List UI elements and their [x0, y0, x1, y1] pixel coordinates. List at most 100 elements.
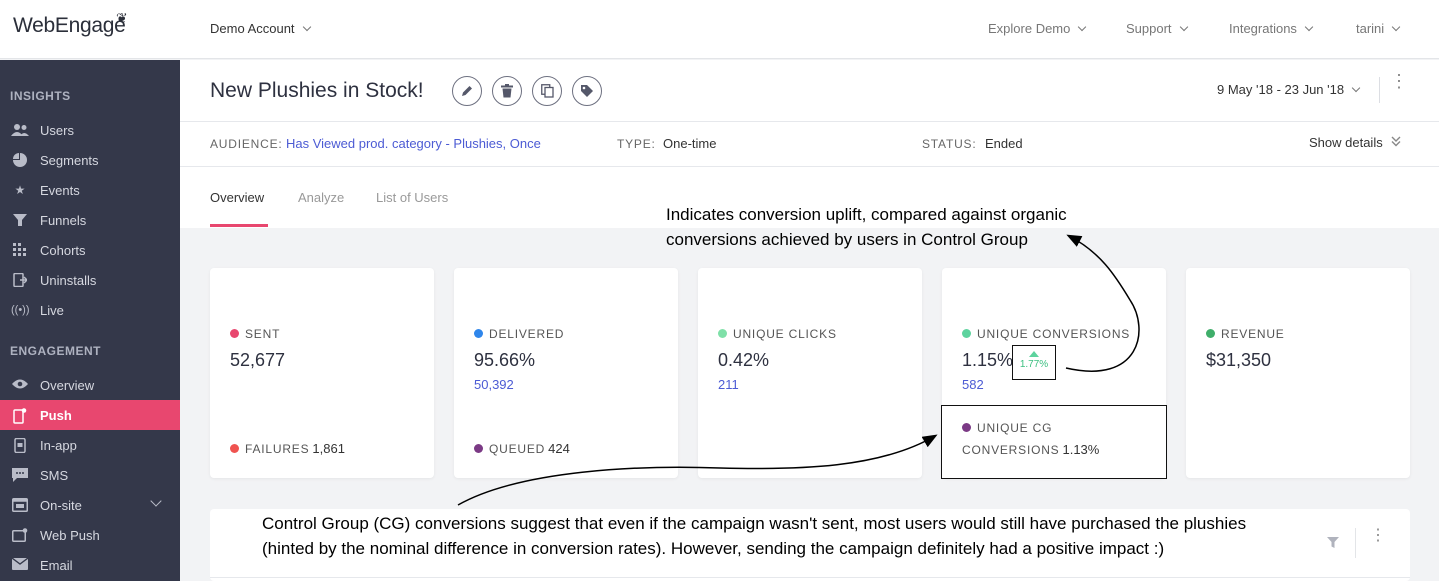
- audience-link[interactable]: Has Viewed prod. category - Plushies, On…: [286, 136, 541, 151]
- sidebar-item-sms[interactable]: SMS: [0, 460, 180, 490]
- trash-icon: [501, 84, 513, 98]
- sidebar-item-label: In-app: [40, 438, 77, 453]
- sent-card: SENT 52,677 FAILURES 1,861: [210, 268, 434, 478]
- filter-icon[interactable]: [1327, 537, 1339, 548]
- sidebar-item-label: Events: [40, 183, 80, 198]
- grid-icon: [11, 243, 29, 257]
- sidebar-item-onsite[interactable]: On-site: [0, 490, 180, 520]
- inapp-icon: [11, 437, 29, 454]
- delivered-label: DELIVERED: [474, 327, 564, 341]
- sidebar-item-funnels[interactable]: Funnels: [0, 205, 180, 235]
- uplift-value: 1.77%: [1019, 359, 1049, 370]
- clicks-label-text: UNIQUE CLICKS: [733, 327, 837, 341]
- pie-icon: [11, 153, 29, 167]
- clicks-value: 0.42%: [718, 350, 770, 370]
- copy-button[interactable]: [532, 76, 562, 106]
- sidebar-section-insights: INSIGHTS: [10, 89, 71, 103]
- tab-overview[interactable]: Overview: [210, 190, 264, 205]
- divider: [1355, 528, 1356, 558]
- explore-demo-menu[interactable]: Explore Demo: [988, 21, 1087, 36]
- queued-stat: QUEUED 424: [474, 441, 570, 456]
- date-range-label: 9 May '18 - 23 Jun '18: [1217, 82, 1345, 97]
- logo-bird-icon: ❦: [116, 10, 128, 26]
- clicks-label: UNIQUE CLICKS: [718, 327, 837, 341]
- support-menu[interactable]: Support: [1126, 21, 1188, 36]
- sidebar-item-uninstalls[interactable]: Uninstalls: [0, 265, 180, 295]
- divider: [210, 577, 1410, 578]
- arrow-up-icon: [1029, 351, 1039, 357]
- email-icon: [11, 557, 29, 572]
- sidebar-item-webpush[interactable]: Web Push: [0, 520, 180, 550]
- annotation-line: Control Group (CG) conversions suggest t…: [262, 514, 1247, 533]
- delivered-card: DELIVERED 95.66% 50,392 QUEUED 424: [454, 268, 678, 478]
- status-dot: [1206, 329, 1215, 338]
- clicks-count[interactable]: 211: [718, 377, 739, 392]
- integrations-menu[interactable]: Integrations: [1229, 21, 1314, 36]
- chevron-down-icon: [302, 22, 311, 32]
- status-key: STATUS:: [922, 137, 977, 151]
- integrations-label: Integrations: [1229, 21, 1297, 36]
- delete-button[interactable]: [492, 76, 522, 106]
- sidebar-item-email[interactable]: Email: [0, 550, 180, 580]
- status-dot: [718, 329, 727, 338]
- user-menu[interactable]: tarini: [1356, 21, 1401, 36]
- sidebar-item-events[interactable]: ★ Events: [0, 175, 180, 205]
- webengage-logo[interactable]: WebEngage ❦: [13, 10, 128, 38]
- failures-value: 1,861: [312, 441, 345, 456]
- active-tab-indicator: [210, 224, 268, 227]
- webpush-icon: [11, 528, 29, 542]
- date-range-picker[interactable]: 9 May '18 - 23 Jun '18: [1217, 82, 1361, 97]
- status-dot: [474, 444, 483, 453]
- sent-value: 52,677: [230, 350, 286, 370]
- sidebar-item-push[interactable]: Push: [0, 400, 180, 430]
- conversions-value: 1.15%: [962, 350, 1014, 370]
- delivered-count[interactable]: 50,392: [474, 377, 514, 392]
- sidebar-item-label: Cohorts: [40, 243, 86, 258]
- more-options-icon[interactable]: ⋮: [1370, 528, 1386, 544]
- show-details-toggle[interactable]: Show details: [1309, 135, 1401, 150]
- sidebar-item-label: Overview: [40, 378, 95, 393]
- sidebar-item-label: Uninstalls: [40, 273, 97, 288]
- eye-icon: [11, 378, 29, 392]
- annotation-cg: Control Group (CG) conversions suggest t…: [262, 511, 1246, 561]
- sidebar-item-cohorts[interactable]: Cohorts: [0, 235, 180, 265]
- sidebar-item-users[interactable]: Users: [0, 115, 180, 145]
- status-dot: [962, 423, 971, 432]
- sidebar-item-label: Segments: [40, 153, 99, 168]
- tab-list-of-users[interactable]: List of Users: [376, 190, 448, 205]
- conversions-label: UNIQUE CONVERSIONS: [962, 327, 1130, 341]
- cg-stat: CONVERSIONS 1.13%: [962, 442, 1099, 457]
- tag-button[interactable]: [572, 76, 602, 106]
- divider: [1379, 77, 1380, 103]
- delivered-value: 95.66%: [474, 350, 536, 370]
- status-dot: [230, 329, 239, 338]
- sms-icon: [11, 468, 29, 482]
- sidebar-item-live[interactable]: ((•)) Live: [0, 295, 180, 325]
- queued-value: 424: [548, 441, 570, 456]
- conversions-count[interactable]: 582: [962, 377, 984, 392]
- conversion-uplift-badge: 1.77%: [1012, 345, 1056, 380]
- chevron-down-icon: [1179, 22, 1188, 32]
- revenue-label: REVENUE: [1206, 327, 1285, 341]
- delivered-label-text: DELIVERED: [489, 327, 565, 341]
- more-options-icon[interactable]: ⋮: [1390, 72, 1408, 90]
- sidebar-item-segments[interactable]: Segments: [0, 145, 180, 175]
- show-details-label: Show details: [1309, 135, 1383, 150]
- sidebar-item-inapp[interactable]: In-app: [0, 430, 180, 460]
- account-switcher[interactable]: Demo Account: [210, 21, 311, 36]
- double-chevron-down-icon: [1391, 136, 1401, 147]
- annotation-uplift: Indicates conversion uplift, compared ag…: [666, 202, 1067, 252]
- cg-label-text: UNIQUE CG: [977, 421, 1053, 435]
- divider: [180, 166, 1439, 167]
- sidebar-item-overview[interactable]: Overview: [0, 370, 180, 400]
- sent-label: SENT: [230, 327, 280, 341]
- page-title: New Plushies in Stock!: [210, 79, 424, 102]
- sidebar-item-label: Users: [40, 123, 74, 138]
- status-dot: [474, 329, 483, 338]
- chevron-down-icon[interactable]: [150, 495, 162, 507]
- tab-analyze[interactable]: Analyze: [298, 190, 344, 205]
- user-name: tarini: [1356, 21, 1385, 36]
- cg-label-text-2: CONVERSIONS: [962, 443, 1060, 457]
- type-key: TYPE:: [617, 137, 656, 151]
- edit-button[interactable]: [452, 76, 482, 106]
